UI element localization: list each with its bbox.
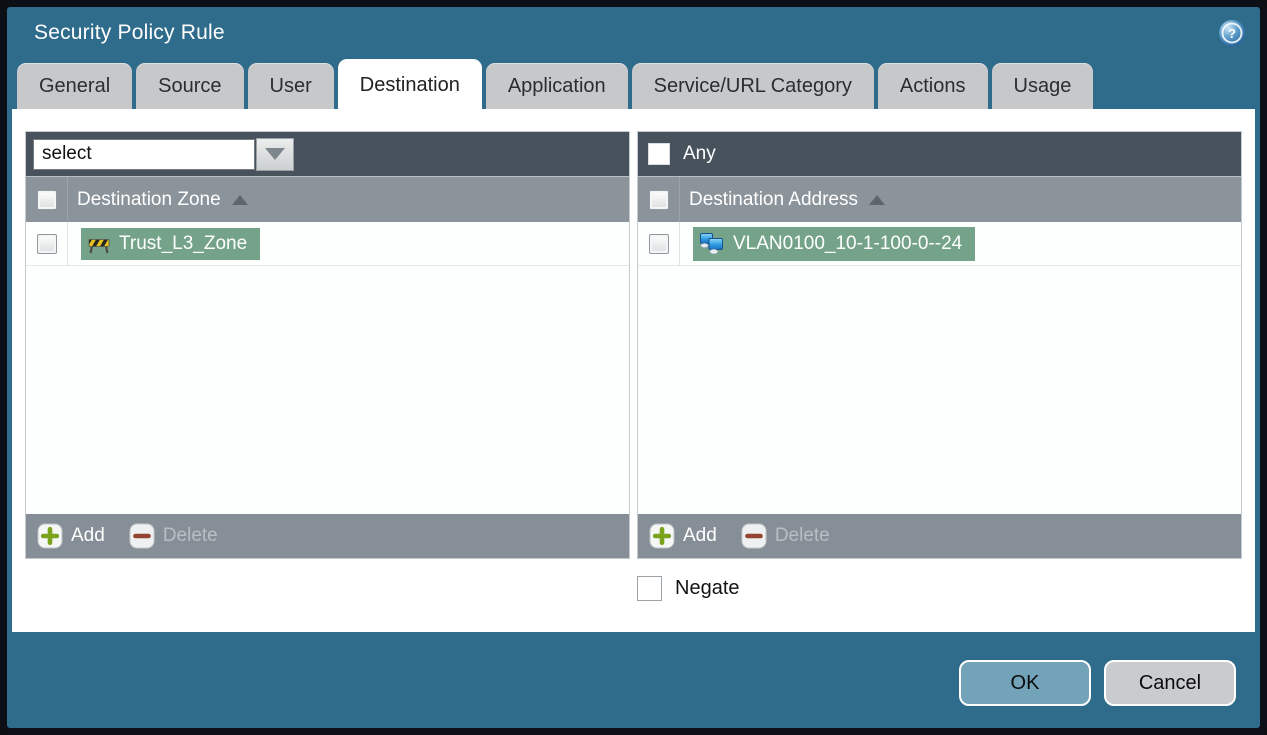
address-item-label: VLAN0100_10-1-100-0--24	[733, 232, 963, 254]
tab-bar: General Source User Destination Applicat…	[7, 59, 1260, 109]
negate-row: Negate	[12, 559, 1255, 601]
zone-table-header: Destination Zone	[26, 176, 629, 222]
any-checkbox[interactable]	[648, 143, 670, 165]
sort-ascending-icon[interactable]	[231, 194, 248, 205]
address-row-checkbox[interactable]	[648, 233, 669, 254]
tab-destination[interactable]: Destination	[337, 59, 482, 109]
zone-delete-label: Delete	[162, 525, 218, 546]
cancel-button[interactable]: Cancel	[1104, 660, 1236, 706]
zone-table-body: Trust_L3_Zone	[26, 222, 629, 514]
table-row: VLAN0100_10-1-100-0--24	[638, 222, 1241, 266]
svg-text:?: ?	[1228, 26, 1236, 41]
add-plus-icon	[649, 523, 675, 549]
help-icon[interactable]: ?	[1218, 19, 1246, 47]
tab-usage[interactable]: Usage	[991, 63, 1094, 109]
titlebar: Security Policy Rule ?	[7, 7, 1260, 59]
any-label: Any	[683, 143, 716, 164]
zone-select-all-checkbox[interactable]	[36, 189, 57, 210]
add-plus-icon	[37, 523, 63, 549]
tab-general[interactable]: General	[17, 63, 133, 109]
dialog-title: Security Policy Rule	[34, 21, 225, 44]
table-row: Trust_L3_Zone	[26, 222, 629, 266]
chevron-down-icon	[265, 148, 285, 160]
destination-tab-content: Destination Zone	[12, 109, 1255, 632]
sort-ascending-icon[interactable]	[869, 194, 885, 205]
zone-add-label: Add	[71, 525, 105, 546]
destination-address-panel: Any Destination Address VLAN0100_10-1-10…	[637, 131, 1242, 559]
address-delete-button[interactable]: Delete	[741, 523, 830, 549]
destination-zone-panel: Destination Zone	[25, 131, 630, 559]
zone-add-button[interactable]: Add	[37, 523, 105, 549]
tab-user[interactable]: User	[247, 63, 334, 109]
tab-service-url-category[interactable]: Service/URL Category	[631, 63, 874, 109]
security-policy-rule-dialog: Security Policy Rule ? General Source Us…	[0, 0, 1267, 735]
address-any-bar: Any	[638, 132, 1241, 176]
address-table-body: VLAN0100_10-1-100-0--24	[638, 222, 1241, 514]
address-footer-bar: Add Delete	[638, 514, 1241, 558]
network-address-icon	[700, 232, 723, 254]
delete-minus-icon	[129, 523, 155, 549]
dialog-button-bar: OK Cancel	[7, 632, 1260, 728]
address-add-button[interactable]: Add	[649, 523, 717, 549]
zone-column-header[interactable]: Destination Zone	[77, 189, 221, 211]
ok-button[interactable]: OK	[959, 660, 1091, 706]
zone-item-label: Trust_L3_Zone	[119, 232, 248, 254]
zone-select-input[interactable]	[33, 138, 255, 170]
address-delete-label: Delete	[774, 525, 830, 546]
zone-item-trust-l3-zone[interactable]: Trust_L3_Zone	[81, 227, 261, 260]
address-column-header[interactable]: Destination Address	[689, 189, 858, 211]
delete-minus-icon	[741, 523, 767, 549]
zone-footer-bar: Add Delete	[26, 514, 629, 558]
zone-delete-button[interactable]: Delete	[129, 523, 218, 549]
address-item-vlan0100[interactable]: VLAN0100_10-1-100-0--24	[693, 226, 976, 261]
zone-row-checkbox[interactable]	[36, 233, 57, 254]
tab-actions[interactable]: Actions	[877, 63, 988, 109]
zone-barrier-icon	[88, 238, 110, 253]
tab-application[interactable]: Application	[485, 63, 628, 109]
address-add-label: Add	[683, 525, 717, 546]
negate-checkbox[interactable]	[637, 576, 662, 601]
zone-select-dropdown-button[interactable]	[256, 137, 294, 171]
negate-label: Negate	[675, 577, 740, 599]
address-table-header: Destination Address	[638, 176, 1241, 222]
tab-source[interactable]: Source	[136, 63, 244, 109]
address-select-all-checkbox[interactable]	[648, 189, 669, 210]
zone-filter-bar	[26, 132, 629, 176]
